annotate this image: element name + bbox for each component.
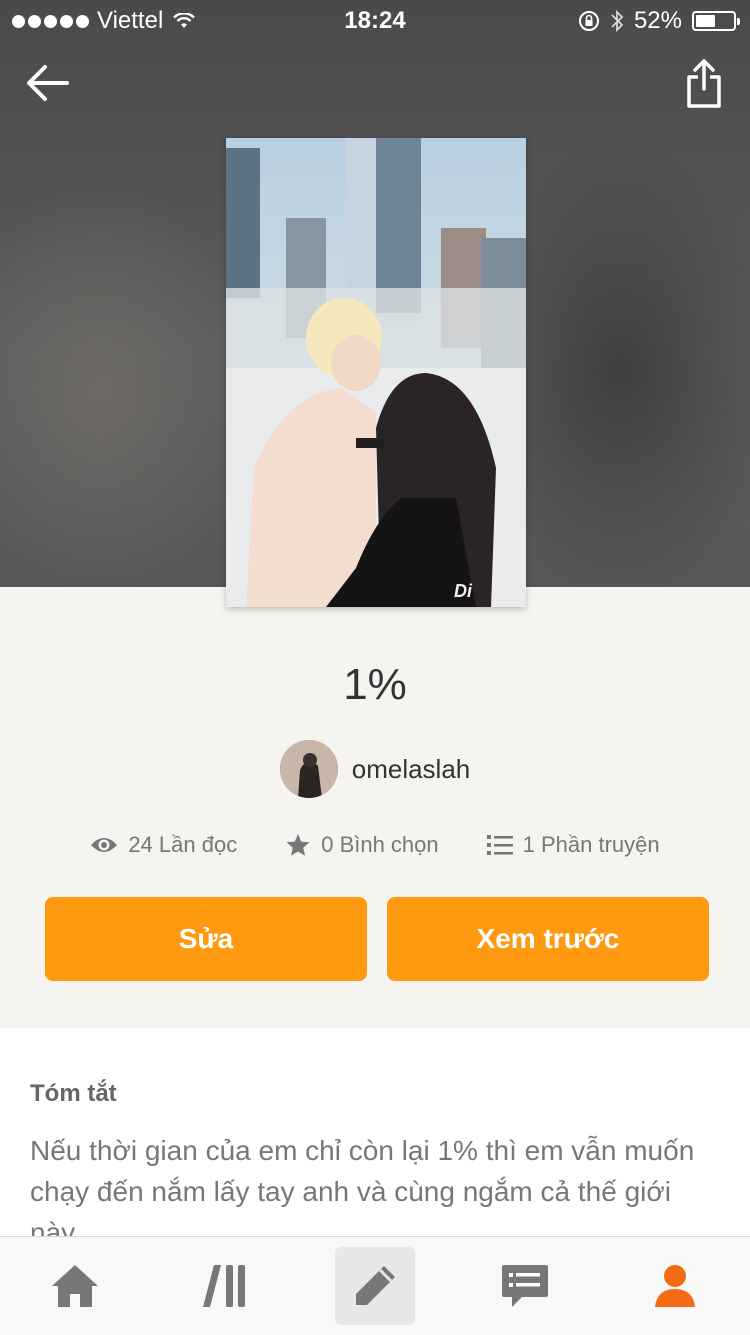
tab-write[interactable] [335,1247,415,1325]
bottom-tab-bar [0,1236,750,1335]
summary-text: Nếu thời gian của em chỉ còn lại 1% thì … [30,1135,695,1248]
tab-home[interactable] [35,1247,115,1325]
eye-icon [91,838,118,852]
arrow-left-icon [27,65,69,101]
cover-photo: Di [226,138,526,607]
votes-count: 0 Bình chọn [321,832,439,857]
edit-button[interactable]: Sửa [45,897,367,981]
summary-card: Tóm tắt Nếu thời gian của em chỉ còn lại… [0,1028,750,1268]
preview-button[interactable]: Xem trước [387,897,709,981]
write-pencil-icon [356,1266,395,1305]
bluetooth-icon [611,9,624,33]
tab-messages[interactable] [485,1247,565,1325]
reads-count: 24 Lần đọc [128,832,238,857]
parts-stat: 1 Phần truyện [486,832,660,858]
back-button[interactable] [22,58,72,108]
summary-label: Tóm tắt [30,1080,117,1107]
author-name: omelaslah [351,753,471,784]
share-button[interactable] [682,56,726,112]
battery-fill [696,15,715,27]
status-bar: Viettel 18:24 52% [0,0,750,40]
avatar [279,740,338,798]
votes-stat: 0 Bình chọn [285,832,439,858]
story-title: 1% [343,660,407,709]
avatar-image [279,740,338,798]
share-icon [687,59,721,108]
parts-count: 1 Phần truyện [522,832,660,857]
battery-icon [692,11,740,31]
reads-stat: 24 Lần đọc [90,832,237,858]
library-icon [203,1265,245,1307]
home-icon [52,1265,98,1307]
tab-library[interactable] [185,1247,265,1325]
profile-icon [655,1265,695,1307]
tab-profile[interactable] [635,1247,715,1325]
story-cover-image: Di [226,138,526,607]
list-icon [486,835,513,855]
hero-blur-left [0,180,260,587]
star-icon [286,834,310,856]
status-right: 52% [578,7,740,35]
author-link[interactable]: omelaslah [0,740,750,798]
story-stats: 24 Lần đọc 0 Bình chọn 1 Phần truyện [0,832,750,858]
battery-percent: 52% [633,7,682,34]
rotation-lock-icon [578,11,599,31]
messages-icon [502,1265,548,1307]
svg-text:Di: Di [454,581,473,601]
